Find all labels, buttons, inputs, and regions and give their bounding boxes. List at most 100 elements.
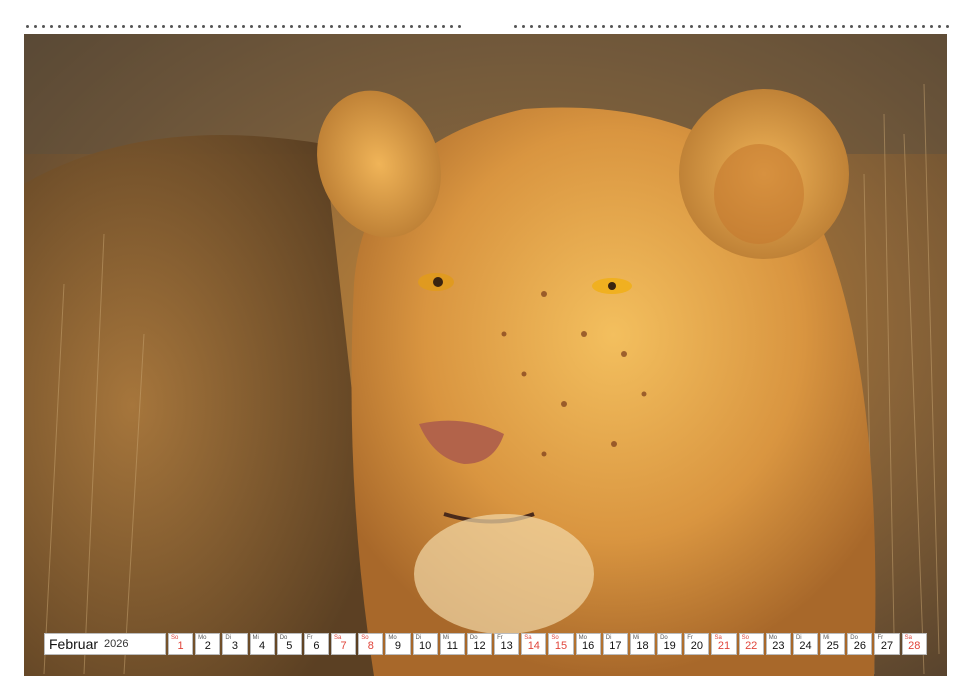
binding-hole xyxy=(818,25,821,28)
binding-hole xyxy=(906,25,909,28)
binding-hole xyxy=(546,25,549,28)
binding-hole xyxy=(418,25,421,28)
binding-hole xyxy=(642,25,645,28)
day-cell: Mi 11 xyxy=(439,633,465,655)
day-number: 5 xyxy=(286,640,293,652)
binding-hole xyxy=(706,25,709,28)
binding-hole xyxy=(306,25,309,28)
binding-hole xyxy=(114,25,117,28)
binding-hole xyxy=(610,25,613,28)
day-cell: Do 5 xyxy=(276,633,302,655)
day-cell: Mi 18 xyxy=(629,633,656,655)
binding-hole xyxy=(250,25,253,28)
binding-hole xyxy=(530,25,533,28)
binding-hole xyxy=(874,25,877,28)
binding-hole xyxy=(386,25,389,28)
binding-hole xyxy=(90,25,93,28)
day-number: 3 xyxy=(231,640,238,652)
binding-hole xyxy=(722,25,725,28)
day-number: 6 xyxy=(313,640,320,652)
day-number: 15 xyxy=(554,640,568,652)
binding-hole xyxy=(714,25,717,28)
binding-hole xyxy=(370,25,373,28)
day-cell: Do 12 xyxy=(466,633,493,655)
day-cell: So 22 xyxy=(738,633,764,655)
day-cell: Mi 4 xyxy=(249,633,275,655)
day-number: 28 xyxy=(908,640,921,652)
binding-hole xyxy=(842,25,845,28)
binding-hole xyxy=(570,25,573,28)
day-number: 27 xyxy=(880,640,894,652)
binding-hole xyxy=(154,25,157,28)
binding-hole xyxy=(410,25,413,28)
binding-hole xyxy=(226,25,229,28)
binding-hole xyxy=(594,25,597,28)
binding-hole xyxy=(362,25,365,28)
binding-hole xyxy=(338,25,341,28)
binding-hole xyxy=(698,25,701,28)
binding-hole xyxy=(930,25,933,28)
binding-hole xyxy=(106,25,109,28)
binding-hole xyxy=(282,25,285,28)
binding-hole xyxy=(514,25,517,28)
month-label-box: Februar 2026 xyxy=(44,633,166,655)
binding-hole xyxy=(138,25,141,28)
day-number: 14 xyxy=(527,640,540,652)
binding-hole xyxy=(402,25,405,28)
binding-hole xyxy=(290,25,293,28)
binding-hole xyxy=(66,25,69,28)
binding-hole xyxy=(50,25,53,28)
day-cell: Di 10 xyxy=(412,633,438,655)
month-name: Februar xyxy=(49,636,99,652)
day-number: 4 xyxy=(259,640,266,652)
binding-hole xyxy=(538,25,541,28)
binding-hole xyxy=(194,25,197,28)
day-number: 24 xyxy=(799,640,812,652)
day-number: 1 xyxy=(177,640,184,652)
day-cell: Fr 27 xyxy=(874,633,900,655)
binding-hole xyxy=(218,25,221,28)
binding-hole xyxy=(666,25,669,28)
binding-hole xyxy=(346,25,349,28)
binding-hole xyxy=(378,25,381,28)
binding-hole xyxy=(810,25,813,28)
day-cell: Do 19 xyxy=(657,633,683,655)
day-cell: So 8 xyxy=(358,633,384,655)
day-number: 8 xyxy=(367,640,374,652)
binding-hole xyxy=(746,25,749,28)
binding-hole xyxy=(210,25,213,28)
binding-hole xyxy=(322,25,325,28)
day-cell: Mo 2 xyxy=(195,633,221,655)
binding-hole xyxy=(578,25,581,28)
binding-hole xyxy=(234,25,237,28)
day-number: 19 xyxy=(663,640,676,652)
binding-hole xyxy=(762,25,765,28)
binding-hole xyxy=(826,25,829,28)
binding-hole xyxy=(98,25,101,28)
day-cell: Fr 13 xyxy=(494,633,520,655)
binding-hole xyxy=(674,25,677,28)
day-cell: Di 24 xyxy=(792,633,819,655)
day-number: 12 xyxy=(473,640,486,652)
day-cell: Sa 28 xyxy=(901,633,927,655)
day-cell: Di 3 xyxy=(222,633,248,655)
binding-hole xyxy=(42,25,45,28)
binding-hole xyxy=(786,25,789,28)
binding-hole xyxy=(922,25,925,28)
binding-hole xyxy=(450,25,453,28)
binding-hole xyxy=(882,25,885,28)
day-cell: So 15 xyxy=(548,633,574,655)
day-number: 25 xyxy=(826,640,839,652)
binding-hole xyxy=(82,25,85,28)
binding-hole xyxy=(178,25,181,28)
day-number: 18 xyxy=(636,640,649,652)
day-number: 11 xyxy=(446,640,459,652)
binding-hole xyxy=(266,25,269,28)
binding-hole xyxy=(626,25,629,28)
binding-hole xyxy=(274,25,277,28)
binding-hole xyxy=(562,25,565,28)
day-number: 7 xyxy=(340,640,347,652)
binding-hole xyxy=(898,25,901,28)
binding-hole xyxy=(442,25,445,28)
binding-hole xyxy=(850,25,853,28)
